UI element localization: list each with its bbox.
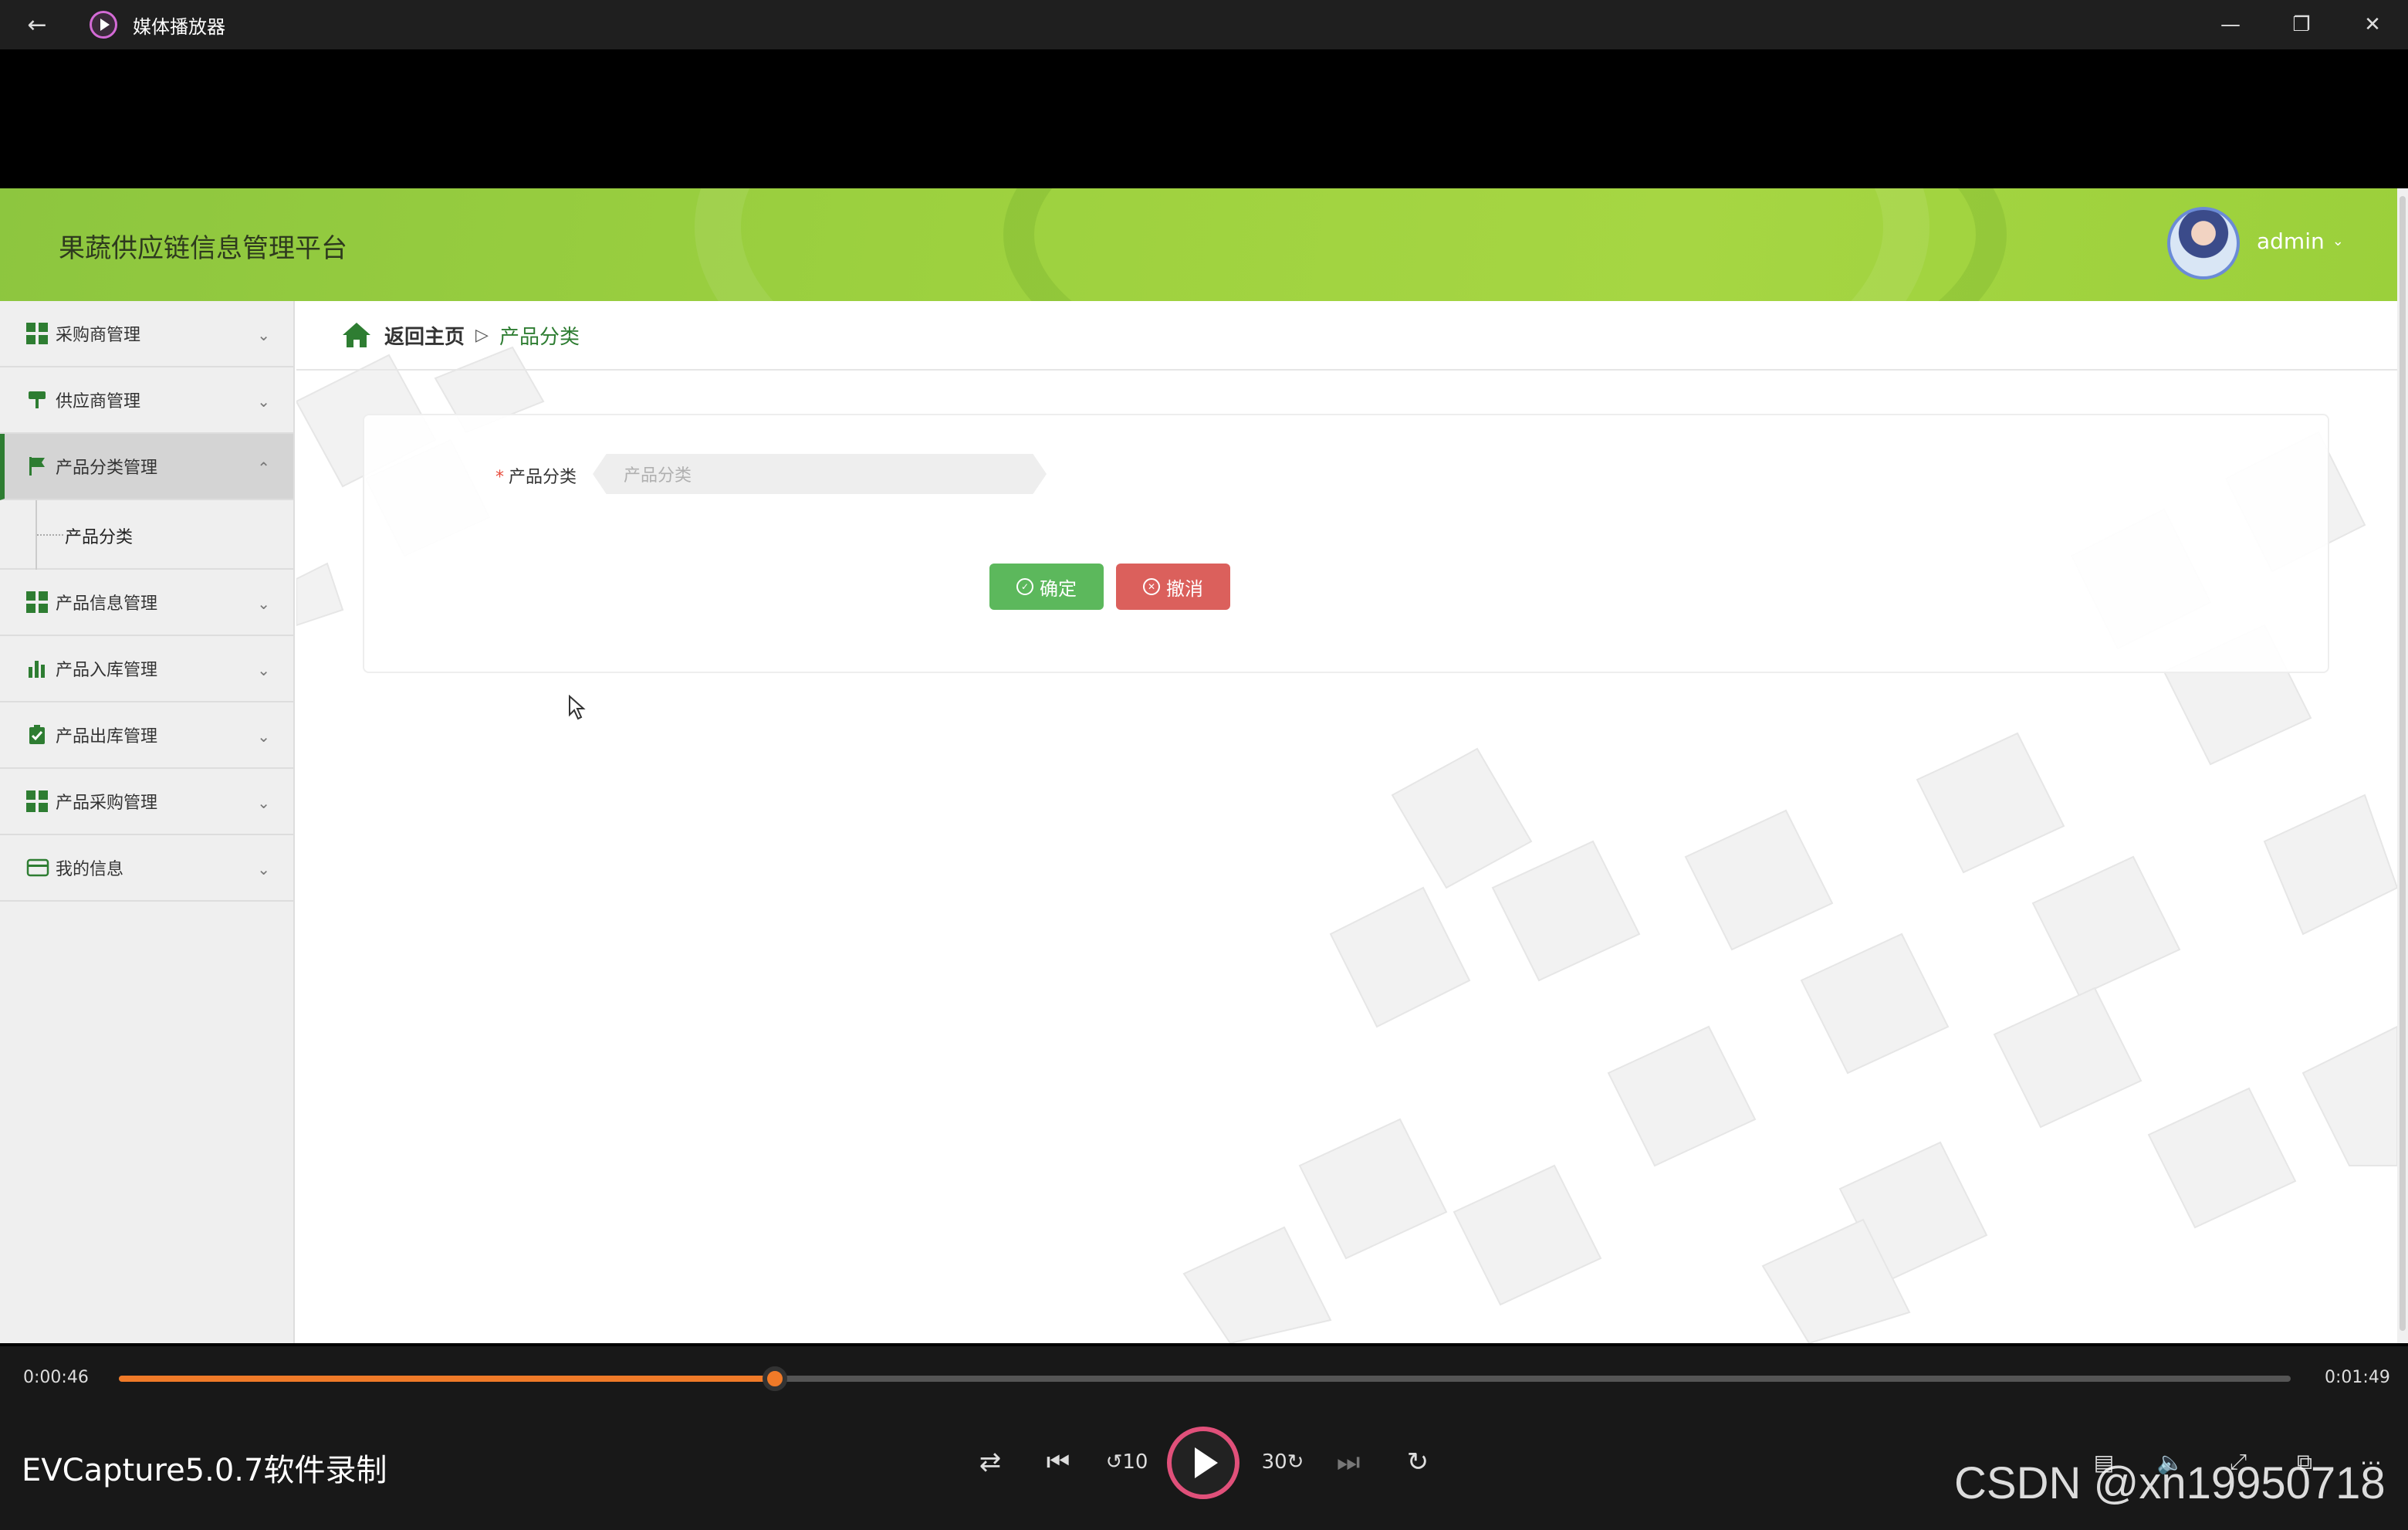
grid-icon	[26, 790, 48, 812]
confirm-button[interactable]: ✓ 确定	[989, 564, 1104, 610]
clipboard-check-icon	[26, 724, 48, 746]
app-header: 果蔬供应链信息管理平台 admin ⌄	[0, 188, 2397, 301]
scrollbar-thumb[interactable]	[2400, 196, 2406, 1331]
breadcrumb: 返回主页 ▷ 产品分类	[296, 301, 2397, 371]
next-icon[interactable]: ⏭	[1329, 1437, 1368, 1487]
sidebar-item-label: 产品分类管理	[56, 459, 158, 478]
grid-icon	[26, 323, 48, 344]
chevron-down-icon: ⌄	[2332, 233, 2344, 249]
avatar[interactable]	[2167, 207, 2240, 279]
seek-handle[interactable]	[762, 1366, 787, 1391]
tree-line	[37, 534, 63, 536]
current-time: 0:00:46	[23, 1368, 89, 1387]
grid-icon	[26, 591, 48, 613]
sidebar-item-label: 产品信息管理	[56, 594, 158, 614]
title-bar: ← 媒体播放器 — ❐ ✕	[0, 0, 2408, 49]
chevron-down-icon: ⌄	[257, 392, 270, 411]
seek-bar[interactable]	[119, 1366, 2291, 1391]
sidebar-item-label: 采购商管理	[56, 326, 141, 345]
form-card: * 产品分类 产品分类 ✓ 确定 ✕ 撤消	[363, 414, 2329, 673]
sidebar-item-label: 产品采购管理	[56, 794, 158, 813]
category-input[interactable]: 产品分类	[593, 454, 1047, 494]
sidebar-item-category[interactable]: 产品分类管理 ⌃	[0, 434, 293, 500]
total-time: 0:01:49	[2325, 1368, 2390, 1387]
shuffle-icon[interactable]: ⇄	[971, 1437, 1010, 1487]
repeat-icon[interactable]: ↻	[1398, 1437, 1437, 1487]
chevron-down-icon: ⌄	[257, 727, 270, 746]
sidebar-item-my-info[interactable]: 我的信息 ⌄	[0, 835, 293, 902]
bar-chart-icon	[26, 658, 48, 679]
sidebar-item-purchase[interactable]: 产品采购管理 ⌄	[0, 769, 293, 835]
sidebar-subitem-label: 产品分类	[65, 528, 134, 547]
sidebar-item-label: 供应商管理	[56, 392, 141, 411]
chevron-down-icon: ⌄	[257, 326, 270, 344]
sidebar-item-purchaser[interactable]: 采购商管理 ⌄	[0, 301, 293, 367]
watermark: CSDN @xn19950718	[1954, 1458, 2386, 1508]
minimize-icon[interactable]: —	[2195, 0, 2266, 49]
chevron-down-icon: ⌄	[257, 860, 270, 878]
check-circle-icon: ✓	[1016, 578, 1033, 595]
recording-caption: EVCapture5.0.7软件录制	[22, 1453, 387, 1488]
sidebar-item-stock-in[interactable]: 产品入库管理 ⌄	[0, 636, 293, 702]
cancel-button-label: 撤消	[1166, 577, 1203, 600]
close-icon[interactable]: ✕	[2337, 0, 2408, 49]
player-controls: 0:00:46 0:01:49 EVCapture5.0.7软件录制 ⇄ ⏮ ↺…	[0, 1346, 2408, 1530]
sidebar-item-label: 产品入库管理	[56, 661, 158, 680]
window-controls: — ❐ ✕	[2195, 0, 2408, 49]
sidebar-item-product-info[interactable]: 产品信息管理 ⌄	[0, 570, 293, 636]
forward-30-icon[interactable]: 30↻	[1261, 1437, 1304, 1487]
category-label-text: 产品分类	[509, 468, 577, 487]
user-menu[interactable]: admin ⌄	[2257, 228, 2344, 254]
web-app: 果蔬供应链信息管理平台 admin ⌄ 采购商管理 ⌄ 供应商管理 ⌄ 产品分类…	[0, 188, 2397, 1343]
main-content: 返回主页 ▷ 产品分类 * 产品分类 产品分类 ✓ 确定 ✕ 撤消	[296, 301, 2397, 1343]
media-player-app-icon	[90, 11, 117, 39]
sidebar-item-stock-out[interactable]: 产品出库管理 ⌄	[0, 702, 293, 769]
chevron-down-icon: ⌄	[257, 794, 270, 812]
header-decoration	[1003, 188, 2007, 301]
home-icon[interactable]	[341, 321, 372, 349]
chevron-up-icon: ⌃	[257, 459, 270, 477]
sidebar-item-supplier[interactable]: 供应商管理 ⌄	[0, 367, 293, 434]
user-name: admin	[2257, 228, 2325, 254]
chevron-down-icon: ⌄	[257, 594, 270, 613]
previous-icon[interactable]: ⏮	[1039, 1437, 1077, 1487]
sidebar: 采购商管理 ⌄ 供应商管理 ⌄ 产品分类管理 ⌃ 产品分类 产品信息管理 ⌄ 产…	[0, 301, 295, 1343]
back-arrow-icon[interactable]: ←	[0, 0, 74, 49]
restore-icon[interactable]: ❐	[2266, 0, 2337, 49]
breadcrumb-home-link[interactable]: 返回主页	[384, 321, 465, 350]
sidebar-subitem-category[interactable]: 产品分类	[0, 500, 293, 570]
confirm-button-label: 确定	[1040, 577, 1077, 600]
breadcrumb-separator-icon: ▷	[475, 325, 489, 345]
breadcrumb-current: 产品分类	[499, 325, 580, 349]
play-button[interactable]	[1167, 1427, 1240, 1499]
category-input-placeholder: 产品分类	[624, 466, 692, 486]
card-icon	[26, 857, 49, 878]
app-scrollbar[interactable]	[2397, 188, 2408, 1343]
category-field-label: * 产品分类	[495, 463, 577, 488]
required-mark: *	[495, 468, 504, 487]
x-circle-icon: ✕	[1143, 578, 1160, 595]
sidebar-item-label: 我的信息	[56, 860, 124, 879]
platform-title: 果蔬供应链信息管理平台	[59, 233, 347, 264]
rewind-10-icon[interactable]: ↺10	[1105, 1437, 1148, 1487]
seek-bar-progress	[119, 1376, 775, 1382]
paint-roller-icon	[26, 389, 48, 411]
cancel-button[interactable]: ✕ 撤消	[1116, 564, 1230, 610]
chevron-down-icon: ⌄	[257, 661, 270, 679]
mouse-cursor-icon	[569, 695, 586, 720]
flag-icon	[26, 455, 48, 477]
sidebar-item-label: 产品出库管理	[56, 727, 158, 746]
window-title: 媒体播放器	[133, 15, 225, 38]
